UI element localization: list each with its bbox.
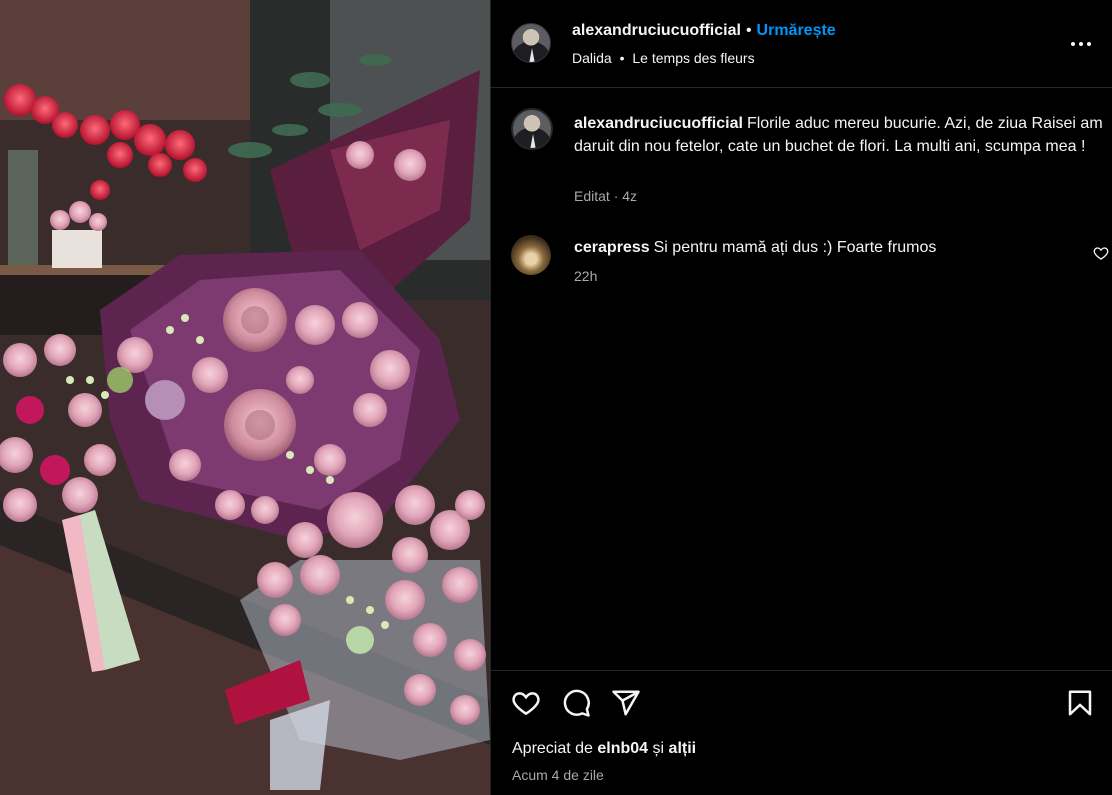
post-details-panel: alexandruciucuofficial • Urmărește Dalida … — [490, 0, 1112, 795]
liked-by-others[interactable]: alții — [669, 740, 697, 757]
commenter-avatar[interactable] — [511, 235, 551, 275]
share-icon[interactable] — [611, 688, 641, 718]
liked-by-user[interactable]: elnb04 — [597, 740, 648, 757]
post-date[interactable]: Acum 4 de zile — [512, 767, 604, 783]
caption-avatar[interactable] — [511, 108, 553, 150]
comment-time[interactable]: 22h — [574, 268, 597, 284]
author-line: alexandruciucuofficial • Urmărește — [572, 22, 836, 40]
more-options-icon[interactable] — [1069, 32, 1093, 56]
follow-button[interactable]: Urmărește — [757, 22, 836, 39]
comment-item: cerapress Si pentru mamă ați dus :) Foart… — [511, 235, 1109, 295]
post-photo[interactable] — [0, 0, 490, 795]
audio-line[interactable]: Dalida • Le temps des fleurs — [572, 50, 755, 66]
liked-by[interactable]: Apreciat de elnb04 și alții — [512, 740, 696, 758]
comment-icon[interactable] — [561, 688, 591, 718]
comment-text: cerapress Si pentru mamă ați dus :) Foart… — [574, 237, 936, 259]
audio-title: Le temps des fleurs — [632, 50, 755, 66]
post-header: alexandruciucuofficial • Urmărește Dalida … — [491, 0, 1112, 88]
comment-body: Si pentru mamă ați dus :) Foarte frumos — [653, 239, 937, 256]
comment-like-icon[interactable] — [1093, 245, 1109, 261]
caption-author[interactable]: alexandruciucuofficial — [574, 115, 743, 132]
save-icon[interactable] — [1065, 688, 1095, 718]
post-actions: Apreciat de elnb04 și alții Acum 4 de zi… — [491, 670, 1112, 795]
liked-by-prefix: Apreciat de — [512, 740, 593, 757]
caption-text: alexandruciucuofficial Florile aduc mereu… — [574, 112, 1104, 158]
separator-dot: • — [745, 22, 752, 39]
author-username[interactable]: alexandruciucuofficial — [572, 22, 741, 39]
audio-artist: Dalida — [572, 50, 612, 66]
audio-separator: • — [619, 50, 625, 66]
author-avatar[interactable] — [511, 23, 551, 63]
flower-bouquets-image — [0, 0, 490, 795]
comment-author[interactable]: cerapress — [574, 239, 650, 256]
heart-icon[interactable] — [511, 688, 541, 718]
caption-meta: Editat · 4z — [574, 188, 638, 204]
liked-by-conj: și — [652, 740, 665, 757]
